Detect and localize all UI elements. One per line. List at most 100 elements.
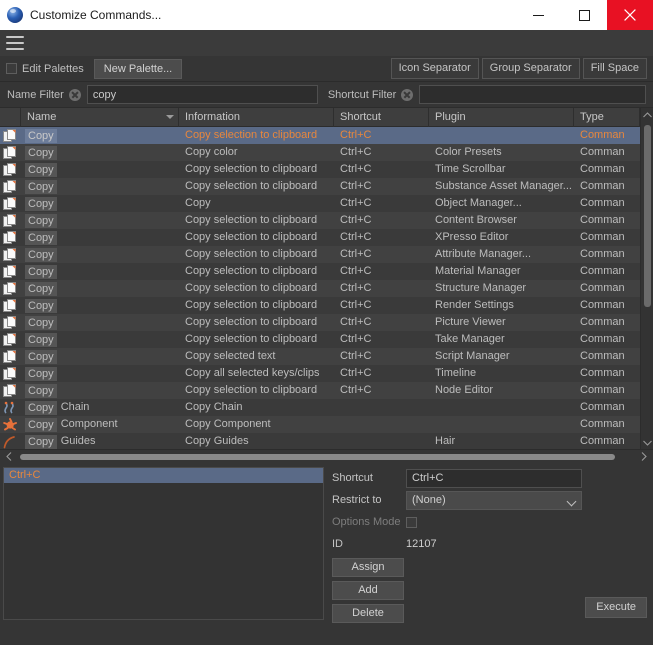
table-cell-info: Copy selection to clipboard xyxy=(185,282,318,294)
table-cell-shortcut: Ctrl+C xyxy=(340,214,372,226)
shortcut-input[interactable]: Ctrl+C xyxy=(406,468,582,488)
table-cell-type: Comman xyxy=(580,180,625,192)
table-cell-shortcut xyxy=(334,416,429,433)
filter-bar: Name Filter copy Shortcut Filter xyxy=(0,82,653,107)
command-name-chip: Copy xyxy=(25,196,57,211)
minimize-button[interactable] xyxy=(515,0,561,30)
table-row[interactable]: Copy Copy color Ctrl+C Color Presets Comman xyxy=(0,144,640,161)
table-header-name[interactable]: Name xyxy=(21,108,179,127)
name-filter-input[interactable]: copy xyxy=(86,85,318,104)
shortcut-label: Shortcut xyxy=(332,472,373,484)
table-header-label: Type xyxy=(580,110,604,123)
table-row[interactable]: Copy Copy selection to clipboard Ctrl+C Sub… xyxy=(0,178,640,195)
table-row[interactable]: Copy Copy selection to clipboard Ctrl+C Tak… xyxy=(0,331,640,348)
table-row[interactable]: Copy Copy selection to clipboard Ctrl+C Ren… xyxy=(0,297,640,314)
delete-button[interactable]: Delete xyxy=(332,604,404,623)
table-row[interactable]: Copy Guides Copy Guides Hair Comman xyxy=(0,433,640,449)
copy-document-icon xyxy=(0,314,21,331)
chevron-down-icon[interactable] xyxy=(641,436,653,449)
assign-button[interactable]: Assign xyxy=(332,558,404,577)
options-mode-checkbox[interactable] xyxy=(406,516,417,528)
group-separator-button[interactable]: Group Separator xyxy=(481,58,580,79)
table-cell-plugin: Script Manager xyxy=(435,350,510,362)
assigned-shortcut-item[interactable]: Ctrl+C xyxy=(4,468,323,483)
horizontal-scrollbar[interactable] xyxy=(0,450,653,464)
new-palette-button[interactable]: New Palette... xyxy=(93,58,183,79)
table-cell-type: Comman xyxy=(580,282,625,294)
fill-space-button[interactable]: Fill Space xyxy=(582,58,647,79)
icon-separator-button[interactable]: Icon Separator xyxy=(390,58,479,79)
guides-icon xyxy=(0,433,21,449)
assigned-shortcuts-list[interactable]: Ctrl+C xyxy=(3,467,324,620)
chevron-up-icon[interactable] xyxy=(641,108,653,121)
table-cell-name: Copy xyxy=(21,365,179,382)
vertical-scrollbar-track[interactable] xyxy=(641,121,653,436)
chevron-left-icon[interactable] xyxy=(2,451,16,463)
window-title: Customize Commands... xyxy=(30,8,162,22)
table-header-shortcut[interactable]: Shortcut xyxy=(334,108,429,127)
vertical-scrollbar-thumb[interactable] xyxy=(643,125,651,307)
table-header-info[interactable]: Information xyxy=(179,108,334,127)
table-header-type[interactable]: Type xyxy=(574,108,640,127)
table-cell-shortcut: Ctrl+C xyxy=(340,367,372,379)
table-cell-shortcut: Ctrl+C xyxy=(340,282,372,294)
table-row[interactable]: Copy Copy selection to clipboard Ctrl+C Nod… xyxy=(0,382,640,399)
table-cell-type: Comman xyxy=(580,265,625,277)
table-cell-plugin: Structure Manager xyxy=(435,282,527,294)
table-row[interactable]: Copy Copy selection to clipboard Ctrl+C XPr… xyxy=(0,229,640,246)
table-cell-name: Copy xyxy=(21,382,179,399)
table-row[interactable]: Copy Chain Copy Chain Comman xyxy=(0,399,640,416)
table-cell-type: Comman xyxy=(580,299,625,311)
horizontal-scrollbar-thumb[interactable] xyxy=(20,454,615,460)
restrict-to-select[interactable]: (None) xyxy=(406,490,582,510)
table-row[interactable]: Copy Copy selection to clipboard Ctrl+C Tim… xyxy=(0,161,640,178)
table-row[interactable]: Copy Copy selection to clipboard Ctrl+C Con… xyxy=(0,212,640,229)
chevron-right-icon[interactable] xyxy=(637,451,651,463)
table-cell-info: Copy selection to clipboard xyxy=(185,299,318,311)
execute-button[interactable]: Execute xyxy=(585,597,647,618)
command-name-chip: Copy xyxy=(25,281,57,296)
table-cell-info: Copy selection to clipboard xyxy=(185,180,318,192)
shortcut-filter-clear-icon[interactable] xyxy=(401,88,414,101)
table-row[interactable]: Copy Copy all selected keys/clips Ctrl+C Ti… xyxy=(0,365,640,382)
close-button[interactable] xyxy=(607,0,653,30)
hamburger-icon[interactable] xyxy=(6,36,24,50)
name-filter-clear-icon[interactable] xyxy=(68,88,81,101)
table-cell-name: Copy xyxy=(21,263,179,280)
table-cell-type: Comman xyxy=(580,129,625,141)
table-cell-name: Copy xyxy=(21,297,179,314)
shortcut-filter-input[interactable] xyxy=(419,85,646,104)
vertical-scrollbar[interactable] xyxy=(640,108,653,449)
table-row[interactable]: Copy Copy selection to clipboard Ctrl+C Com… xyxy=(0,127,640,144)
edit-palettes-checkbox[interactable] xyxy=(6,63,17,74)
table-row[interactable]: Copy Copy selection to clipboard Ctrl+C Pic… xyxy=(0,314,640,331)
table-cell-name: Copy Chain xyxy=(21,399,179,416)
table-header-label: Information xyxy=(185,110,241,123)
table-body: Copy Copy selection to clipboard Ctrl+C Com… xyxy=(0,127,640,449)
table-cell-type: Comman xyxy=(580,316,625,328)
table-row[interactable]: Copy Copy selected text Ctrl+C Script Manag… xyxy=(0,348,640,365)
table-cell-shortcut: Ctrl+C xyxy=(340,350,372,362)
id-value: 12107 xyxy=(406,538,437,550)
table-row[interactable]: Copy Copy Ctrl+C Object Manager... Comman xyxy=(0,195,640,212)
table-row[interactable]: Copy Copy selection to clipboard Ctrl+C Mat… xyxy=(0,263,640,280)
maximize-button[interactable] xyxy=(561,0,607,30)
horizontal-scrollbar-track[interactable] xyxy=(16,450,637,464)
table-header-gutter[interactable] xyxy=(0,108,21,127)
table-cell-shortcut: Ctrl+C xyxy=(340,384,372,396)
table-cell-shortcut: Ctrl+C xyxy=(340,248,372,260)
table-cell-plugin: Time Scrollbar xyxy=(435,163,506,175)
table-cell-name: Copy xyxy=(21,178,179,195)
table-row[interactable]: Copy Copy selection to clipboard Ctrl+C Att… xyxy=(0,246,640,263)
table-row[interactable]: Copy Copy selection to clipboard Ctrl+C Str… xyxy=(0,280,640,297)
add-button[interactable]: Add xyxy=(332,581,404,600)
table-header-plugin[interactable]: Plugin xyxy=(429,108,574,127)
table-cell-type: Comman xyxy=(580,146,625,158)
table-row[interactable]: Copy Component Copy Component Comman xyxy=(0,416,640,433)
table-cell-name: Copy xyxy=(21,127,179,144)
cinema4d-sphere-icon xyxy=(7,7,23,23)
table-cell-plugin: Color Presets xyxy=(435,146,502,158)
table-cell-info: Copy Guides xyxy=(185,435,249,447)
table-cell-name: Copy xyxy=(21,161,179,178)
table-cell-info: Copy selection to clipboard xyxy=(185,248,318,260)
